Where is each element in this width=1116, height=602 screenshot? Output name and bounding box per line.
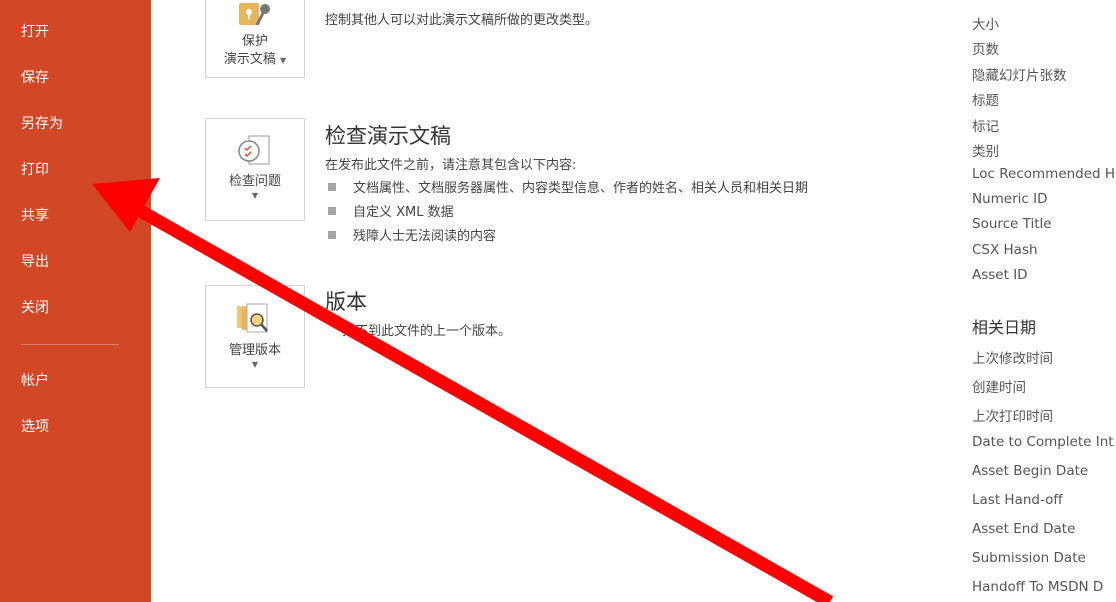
inspect-title: 检查演示文稿 (325, 124, 451, 148)
nav-export[interactable]: 导出 (21, 251, 49, 271)
nav-close[interactable]: 关闭 (21, 297, 49, 317)
property-label: 标记 (972, 119, 999, 135)
nav-save-as[interactable]: 另存为 (21, 113, 63, 133)
chevron-down-icon: ▼ (251, 360, 259, 369)
list-item: 残障人士无法阅读的内容 (328, 225, 496, 244)
property-label: CSX Hash (972, 242, 1038, 258)
list-item: 自定义 XML 数据 (328, 201, 454, 220)
date-label: Handoff To MSDN D (972, 579, 1104, 595)
protect-presentation-button[interactable]: 保护 演示文稿 ▼ (205, 0, 305, 78)
date-label: Submission Date (972, 550, 1086, 566)
nav-options[interactable]: 选项 (21, 416, 49, 436)
check-issues-button[interactable]: 检查问题 ▼ (205, 118, 305, 221)
chevron-down-icon: ▼ (280, 56, 287, 65)
divider (21, 344, 119, 345)
versions-description: 找不到此文件的上一个版本。 (342, 324, 512, 339)
date-label: Asset End Date (972, 521, 1076, 537)
date-label: 上次修改时间 (972, 351, 1053, 367)
property-label: 标题 (972, 93, 999, 109)
nav-open[interactable]: 打开 (21, 21, 49, 41)
property-label: 类别 (972, 144, 999, 160)
property-label: Source Title (972, 216, 1052, 232)
property-label: 大小 (972, 17, 999, 33)
backstage-sidebar: 打开 保存 另存为 打印 共享 导出 关闭 帐户 选项 (0, 0, 151, 602)
nav-print[interactable]: 打印 (21, 159, 49, 179)
date-label: Date to Complete Int (972, 434, 1114, 450)
property-label: Loc Recommended H (972, 166, 1116, 182)
inspect-description: 在发布此文件之前，请注意其包含以下内容: (325, 158, 577, 173)
date-label: 上次打印时间 (972, 409, 1053, 425)
list-item: 文档属性、文档服务器属性、内容类型信息、作者的姓名、相关人员和相关日期 (328, 177, 808, 196)
annotation-arrow (92, 178, 834, 602)
nav-save[interactable]: 保存 (21, 67, 49, 87)
protect-description: 控制其他人可以对此演示文稿所做的更改类型。 (325, 13, 599, 28)
property-label: Numeric ID (972, 191, 1048, 207)
inspect-document-icon (238, 135, 270, 165)
date-label: 创建时间 (972, 380, 1026, 396)
nav-share[interactable]: 共享 (21, 205, 49, 225)
versions-title: 版本 (325, 290, 367, 314)
nav-account[interactable]: 帐户 (21, 370, 49, 390)
chevron-down-icon: ▼ (251, 191, 259, 200)
property-label: 隐藏幻灯片张数 (972, 68, 1067, 84)
date-label: Asset Begin Date (972, 463, 1089, 479)
property-label: Asset ID (972, 267, 1028, 283)
manage-versions-button[interactable]: 管理版本 ▼ (205, 285, 305, 388)
lock-key-icon (239, 3, 270, 26)
date-label: Last Hand-off (972, 492, 1063, 508)
related-dates-title: 相关日期 (972, 318, 1037, 337)
manage-versions-icon (237, 303, 268, 333)
property-label: 页数 (972, 42, 999, 58)
